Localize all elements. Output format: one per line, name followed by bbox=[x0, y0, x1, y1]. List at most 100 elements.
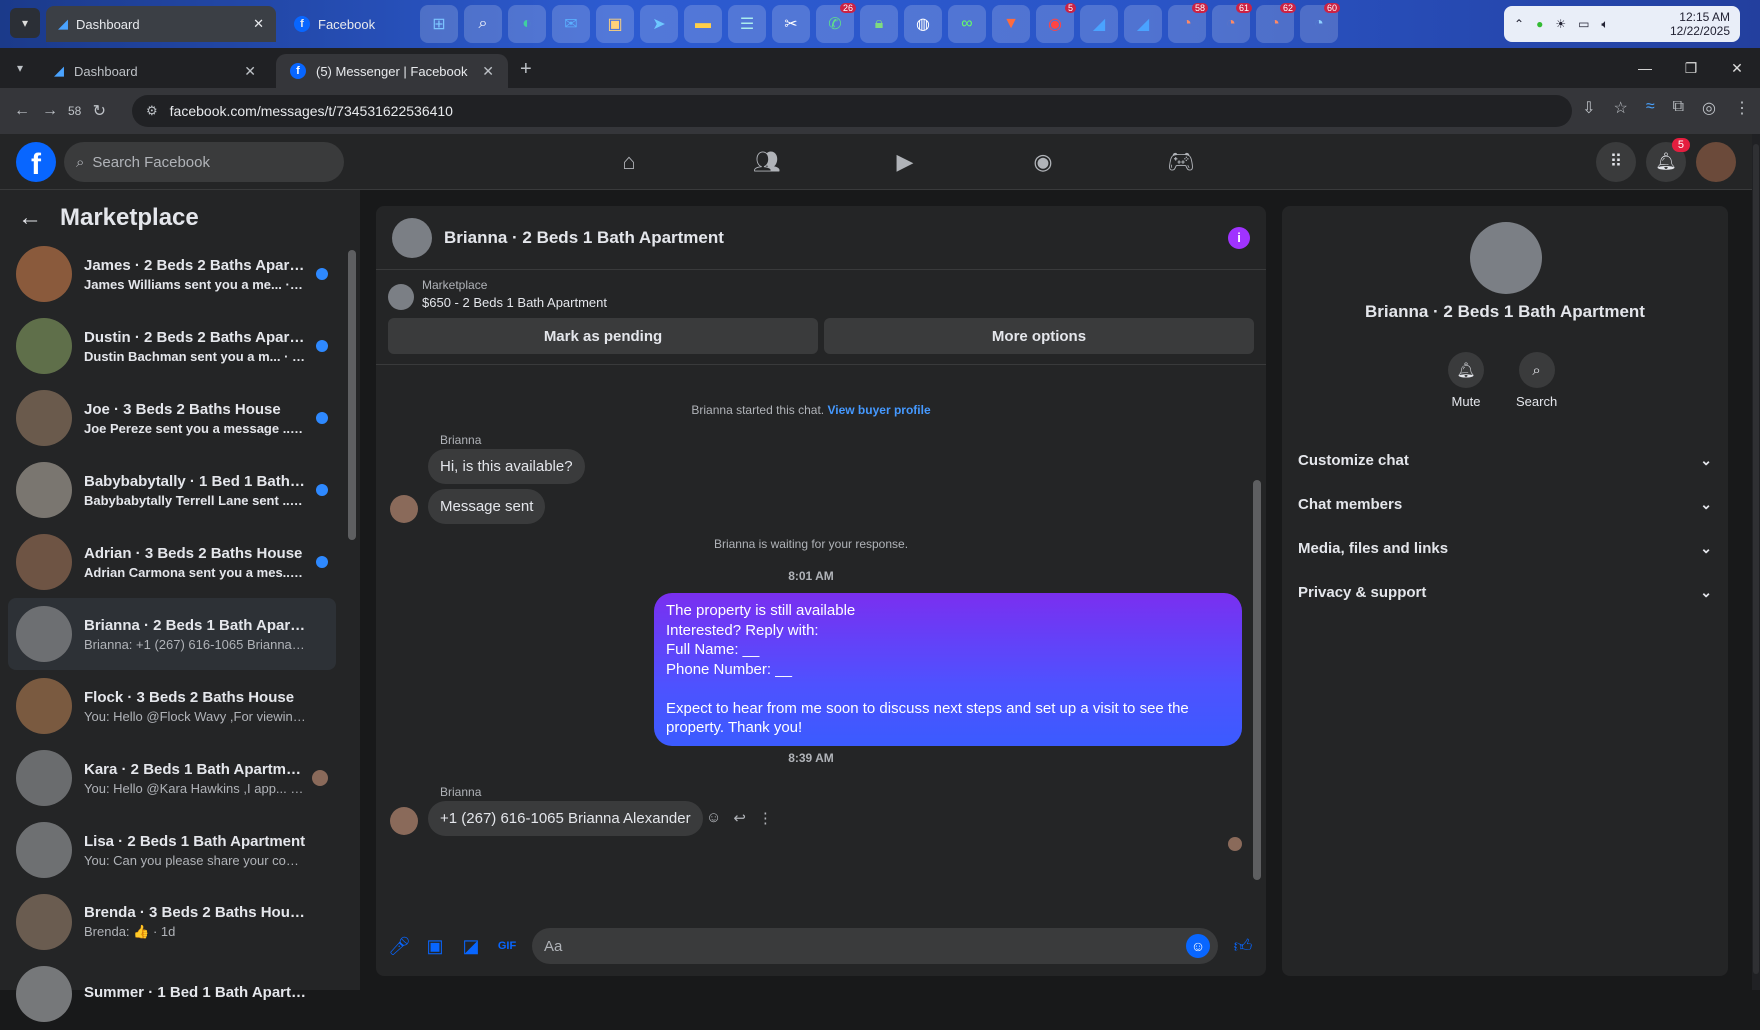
chat-scrollbar[interactable] bbox=[1252, 370, 1262, 910]
app-icon[interactable]: ◢ bbox=[1124, 5, 1162, 43]
emoji-react-icon[interactable]: ☺ bbox=[706, 809, 721, 827]
thumbs-up-icon[interactable]: 👍︎ bbox=[1232, 935, 1254, 957]
forward-arrow-icon[interactable]: → bbox=[36, 102, 64, 120]
os-tab-dashboard[interactable]: ◢ Dashboard ✕ bbox=[46, 6, 276, 42]
mark-pending-button[interactable]: Mark as pending bbox=[388, 318, 818, 354]
minimize-icon[interactable]: — bbox=[1622, 48, 1668, 88]
os-tab-facebook[interactable]: f Facebook bbox=[282, 6, 412, 42]
brightness-icon[interactable]: ☀ bbox=[1555, 17, 1566, 31]
outlook-icon[interactable]: ✉ bbox=[552, 5, 590, 43]
notepad-icon[interactable]: ☰ bbox=[728, 5, 766, 43]
more-options-button[interactable]: More options bbox=[824, 318, 1254, 354]
app-icon[interactable]: ◔ 62 bbox=[1256, 3, 1296, 43]
close-icon[interactable]: ✕ bbox=[253, 16, 264, 32]
section-chat-members[interactable]: Chat members ⌄ bbox=[1298, 482, 1712, 526]
edge-icon[interactable]: ◐ bbox=[508, 5, 546, 43]
browser-tab-messenger[interactable]: f (5) Messenger | Facebook ✕ bbox=[276, 54, 508, 88]
search-input[interactable]: ⌕ Search Facebook bbox=[64, 142, 344, 182]
list-item[interactable]: Lisa · 2 Beds 1 Bath Apartment You: Can y… bbox=[8, 814, 336, 886]
list-item[interactable]: Brenda · 3 Beds 2 Baths House Brenda: 👍 ·… bbox=[8, 886, 336, 958]
avatar[interactable] bbox=[1470, 222, 1542, 294]
avatar[interactable] bbox=[392, 217, 432, 258]
list-item[interactable]: Adrian · 3 Beds 2 Baths House Adrian Carm… bbox=[8, 526, 336, 598]
clock[interactable]: 12:15 AM 12/22/2025 bbox=[1670, 10, 1730, 39]
outgoing-message[interactable]: The property is still available Interest… bbox=[654, 593, 1242, 746]
info-icon[interactable]: i bbox=[1228, 226, 1250, 249]
section-privacy-support[interactable]: Privacy & support ⌄ bbox=[1298, 570, 1712, 614]
palette-icon[interactable]: ◍ bbox=[904, 5, 942, 43]
search-icon[interactable]: ⌕ bbox=[464, 5, 502, 43]
telegram-icon[interactable]: ➤ bbox=[640, 5, 678, 43]
incoming-message[interactable]: Message sent bbox=[428, 489, 546, 524]
brave-icon[interactable]: ▼ bbox=[992, 5, 1030, 43]
list-item[interactable]: Brianna · 2 Beds 1 Bath Apartment Brianna… bbox=[8, 598, 336, 670]
reload-icon[interactable]: ↻ bbox=[85, 101, 113, 121]
section-customize-chat[interactable]: Customize chat ⌄ bbox=[1298, 438, 1712, 482]
message-input[interactable]: Aa ☺ bbox=[532, 928, 1218, 964]
reply-icon[interactable]: ↩ bbox=[733, 809, 746, 827]
listing-card[interactable]: Marketplace $650 - 2 Beds 1 Bath Apartme… bbox=[376, 270, 1266, 318]
close-icon[interactable]: ✕ bbox=[244, 63, 256, 80]
video-icon[interactable]: ▶ bbox=[836, 134, 974, 190]
new-tab-button[interactable]: + bbox=[520, 58, 532, 81]
microphone-icon[interactable]: 🎤︎ bbox=[388, 936, 411, 957]
windows-start-icon[interactable]: ⊞ bbox=[420, 5, 458, 43]
tab-list-button[interactable]: ▾ bbox=[10, 8, 40, 38]
site-info-icon[interactable]: ⚙ bbox=[146, 103, 158, 119]
list-item[interactable]: Flock · 3 Beds 2 Baths House You: Hello @… bbox=[8, 670, 336, 742]
gif-icon[interactable]: GIF bbox=[496, 940, 518, 952]
view-buyer-profile-link[interactable]: View buyer profile bbox=[827, 403, 930, 417]
link-icon[interactable]: ∞ bbox=[948, 5, 986, 43]
menu-grid-icon[interactable]: ⠿ bbox=[1596, 142, 1636, 182]
list-item[interactable]: James · 2 Beds 2 Baths Apartm... James Wi… bbox=[8, 238, 336, 310]
list-item[interactable]: Joe · 3 Beds 2 Baths House Joe Pereze sen… bbox=[8, 382, 336, 454]
folder-icon[interactable]: ▬ bbox=[684, 5, 722, 43]
profile-icon[interactable]: ◎ bbox=[1702, 98, 1716, 118]
incoming-message[interactable]: Hi, is this available? bbox=[428, 449, 585, 484]
mute-button[interactable]: 🔔︎ Mute bbox=[1448, 352, 1484, 409]
more-icon[interactable]: ⋮ bbox=[758, 809, 773, 827]
notifications-bell-icon[interactable]: 🔔︎ 5 bbox=[1646, 138, 1690, 182]
groups-icon[interactable]: ◉ bbox=[974, 134, 1112, 190]
facebook-logo[interactable]: f bbox=[16, 142, 56, 182]
avatar[interactable] bbox=[390, 495, 418, 523]
list-item[interactable]: Dustin · 2 Beds 2 Baths Apart... Dustin B… bbox=[8, 310, 336, 382]
home-icon[interactable]: ⌂ bbox=[560, 134, 698, 190]
tab-search-button[interactable]: ▾ bbox=[8, 56, 32, 80]
menu-icon[interactable]: ⋮ bbox=[1734, 98, 1750, 118]
avatar[interactable] bbox=[1696, 142, 1736, 182]
incoming-message[interactable]: +1 (267) 616-1065 Brianna Alexander bbox=[428, 801, 703, 836]
app-icon[interactable]: ◢ bbox=[1080, 5, 1118, 43]
list-item[interactable]: Kara · 2 Beds 1 Bath Apartment You: Hello… bbox=[8, 742, 336, 814]
whatsapp-icon[interactable]: ✆ 26 bbox=[816, 3, 856, 43]
app-icon[interactable]: ◔ 58 bbox=[1168, 3, 1208, 43]
section-media-files-links[interactable]: Media, files and links ⌄ bbox=[1298, 526, 1712, 570]
photo-icon[interactable]: ▣ bbox=[424, 936, 446, 957]
friends-icon[interactable]: 👥︎ bbox=[698, 134, 836, 190]
network-icon[interactable]: ▭ bbox=[1578, 17, 1589, 31]
sticker-icon[interactable]: ◪ bbox=[460, 936, 482, 957]
url-bar[interactable]: ⚙ facebook.com/messages/t/73453162253641… bbox=[132, 95, 1572, 127]
puzzle-icon[interactable]: ⧉ bbox=[1673, 98, 1684, 118]
status-icon[interactable]: ● bbox=[1536, 17, 1543, 31]
extension-icon[interactable]: ≈ bbox=[1646, 98, 1655, 118]
app-icon[interactable]: ◔ 60 bbox=[1300, 3, 1340, 43]
install-icon[interactable]: ⇩ bbox=[1582, 98, 1595, 118]
browser-tab-dashboard[interactable]: ◢ Dashboard ✕ bbox=[40, 54, 270, 88]
back-arrow-icon[interactable]: ← bbox=[8, 102, 36, 120]
sidebar-scrollbar[interactable] bbox=[348, 230, 356, 974]
app-icon[interactable]: ◔ 61 bbox=[1212, 3, 1252, 43]
volume-icon[interactable]: 🔈︎ bbox=[1601, 17, 1608, 32]
chevron-up-icon[interactable]: ⌃ bbox=[1514, 17, 1524, 31]
tool-icon[interactable]: ✂ bbox=[772, 5, 810, 43]
chrome-icon[interactable]: ◉ 5 bbox=[1036, 3, 1076, 43]
search-button[interactable]: ⌕ Search bbox=[1516, 352, 1557, 409]
close-icon[interactable]: ✕ bbox=[482, 63, 494, 80]
list-item[interactable]: Babybabytally · 1 Bed 1 Bath A... Babybab… bbox=[8, 454, 336, 526]
gaming-icon[interactable]: 🎮︎ bbox=[1112, 134, 1250, 190]
store-icon[interactable]: ▣ bbox=[596, 5, 634, 43]
page-scrollbar[interactable] bbox=[1752, 134, 1760, 990]
list-item[interactable]: Summer · 1 Bed 1 Bath Apartment bbox=[8, 958, 336, 1030]
back-arrow-icon[interactable]: ← bbox=[18, 204, 42, 232]
avatar[interactable] bbox=[390, 807, 418, 835]
